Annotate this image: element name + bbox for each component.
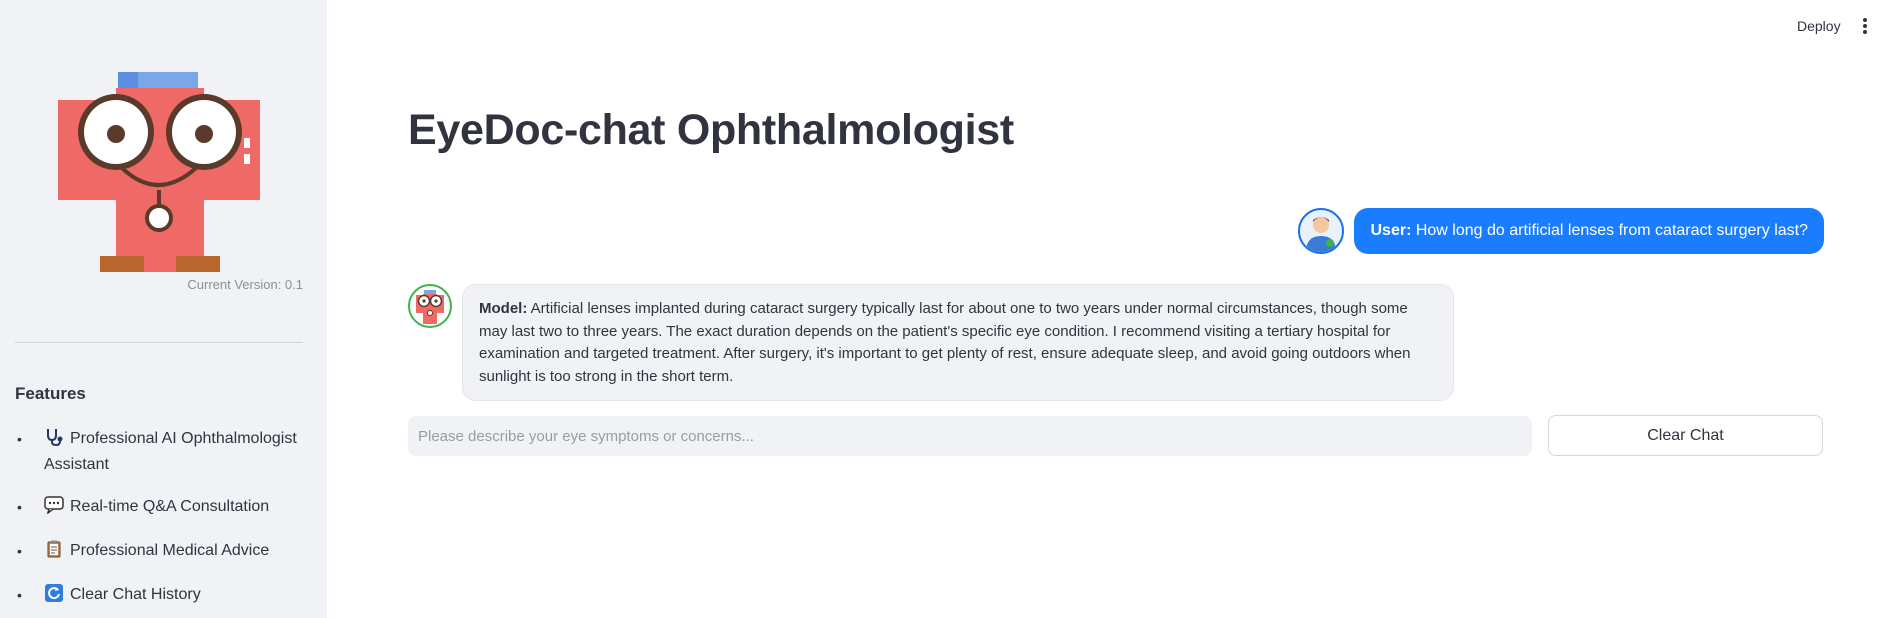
doctor-robot-logo: [58, 72, 260, 272]
feature-label: Clear Chat History: [70, 586, 201, 603]
features-heading: Features: [15, 384, 86, 403]
user-prefix: User:: [1370, 222, 1412, 239]
model-bubble: Model: Artificial lenses implanted durin…: [462, 284, 1454, 401]
list-item: • Professional AI Ophthalmologist Assist…: [15, 426, 305, 478]
deploy-button[interactable]: Deploy: [1797, 18, 1841, 34]
list-item: • Clear Chat History: [15, 582, 305, 608]
model-avatar: [408, 284, 452, 328]
user-message: User: How long do artificial lenses from…: [1298, 208, 1824, 254]
user-avatar: [1298, 208, 1345, 254]
feature-label: Professional AI Ophthalmologist Assistan…: [44, 430, 297, 473]
bullet: •: [17, 543, 22, 559]
clipboard-icon: [47, 540, 61, 558]
version-label: Current Version: 0.1: [187, 277, 303, 292]
page-title: EyeDoc-chat Ophthalmologist: [408, 106, 1014, 154]
chat-input[interactable]: [408, 416, 1532, 456]
model-message-text: Artificial lenses implanted during catar…: [479, 300, 1411, 385]
speech-bubble-icon: [44, 496, 64, 514]
sidebar: Current Version: 0.1 Features • Professi…: [0, 0, 327, 618]
feature-label: Real-time Q&A Consultation: [70, 498, 270, 515]
list-item: • Real-time Q&A Consultation: [15, 494, 305, 520]
feature-label: Professional Medical Advice: [70, 542, 270, 559]
more-options-icon[interactable]: [1860, 18, 1870, 38]
model-prefix: Model:: [479, 300, 528, 317]
doctor-robot-icon: [416, 290, 444, 324]
sidebar-divider: [15, 342, 303, 343]
bullet: •: [17, 499, 22, 515]
features-list: • Professional AI Ophthalmologist Assist…: [15, 426, 305, 618]
refresh-icon: [45, 584, 63, 602]
user-bubble: User: How long do artificial lenses from…: [1354, 208, 1824, 254]
bullet: •: [17, 431, 22, 447]
clear-chat-button[interactable]: Clear Chat: [1548, 415, 1823, 456]
bullet: •: [17, 587, 22, 603]
person-icon: [1306, 217, 1337, 252]
user-message-text: How long do artificial lenses from catar…: [1411, 222, 1808, 239]
stethoscope-icon: [47, 429, 63, 446]
list-item: • Professional Medical Advice: [15, 538, 305, 564]
